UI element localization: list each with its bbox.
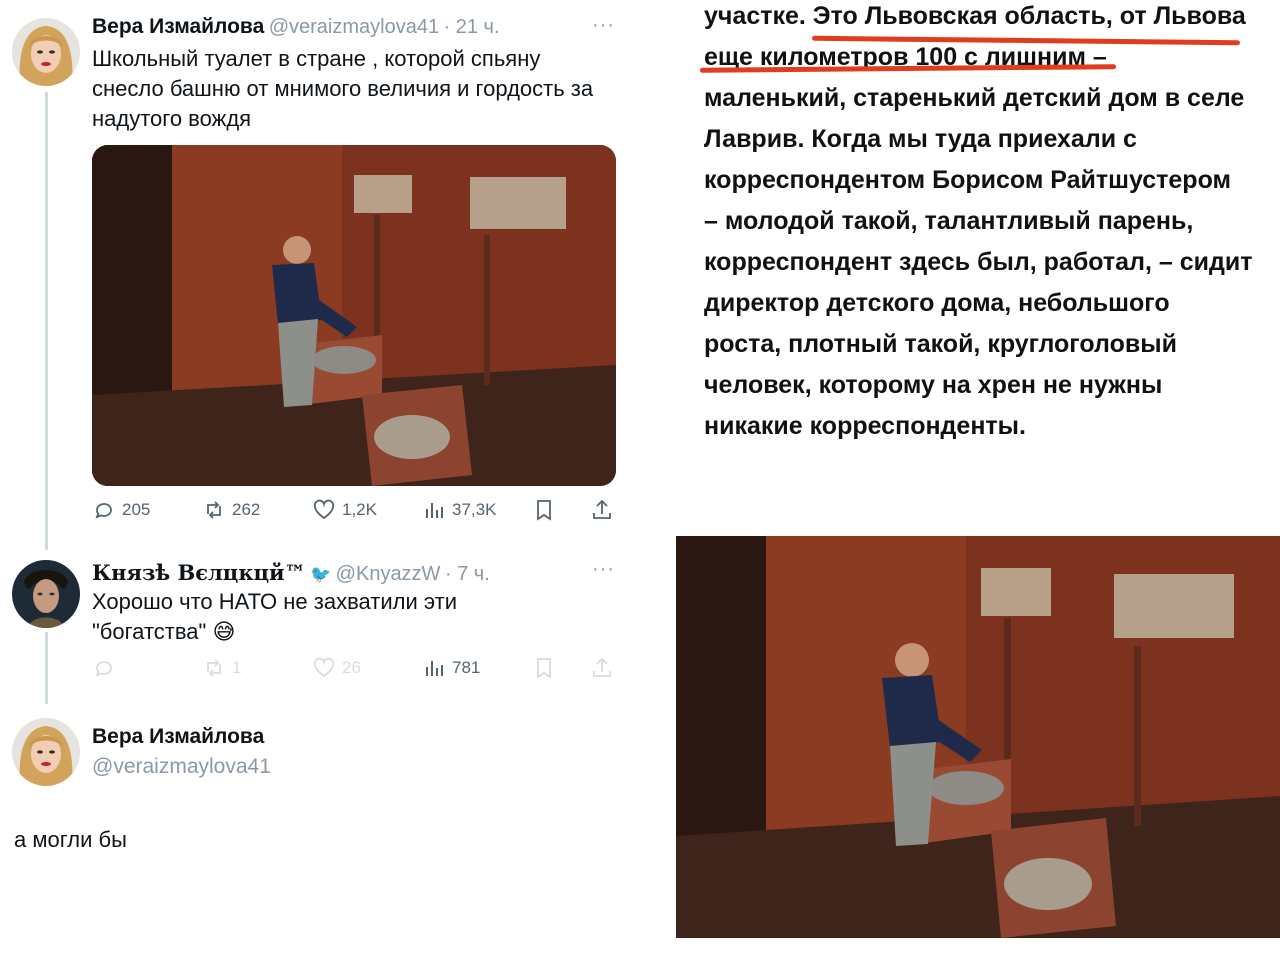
bookmark-icon (537, 658, 551, 679)
reply-button[interactable] (92, 656, 116, 680)
article-line: – молодой такой, талантливый парень, (704, 207, 1194, 235)
share-button[interactable] (590, 656, 614, 685)
retweet-button[interactable]: 1 (202, 656, 241, 680)
tweet-actions: 205 262 1,2K 37,3K (92, 498, 620, 528)
like-count: 1,2K (342, 500, 377, 519)
views-count: 781 (452, 658, 481, 677)
tweet-time[interactable]: · 7 ч. (445, 563, 490, 585)
reply-icon (95, 661, 112, 677)
article-line: Лаврив. Когда мы туда приехали с (704, 125, 1137, 153)
article-line: корреспондент здесь был, работал, – сиди… (704, 248, 1253, 276)
article-photo (676, 536, 1280, 938)
article-line: участке. Это Львовская область, от Львов… (704, 2, 1246, 30)
tweet-photo[interactable] (92, 145, 616, 486)
views-icon (426, 661, 443, 676)
retweet-icon (207, 659, 221, 677)
retweet-count: 1 (232, 658, 242, 677)
like-button[interactable]: 1,2K (312, 498, 377, 522)
tweet-text: Хорошо что НАТО не захватили эти "богатс… (92, 589, 458, 644)
author-name[interactable]: Вера Измайлова (92, 725, 264, 749)
views-count: 37,3K (452, 500, 497, 519)
more-options-icon[interactable]: ··· (592, 558, 615, 581)
avatar[interactable] (12, 18, 80, 86)
tweet-time[interactable]: · 21 ч. (444, 16, 500, 38)
share-button[interactable] (590, 498, 614, 522)
avatar[interactable] (12, 718, 80, 786)
article-line: директор детского дома, небольшого (704, 289, 1170, 317)
like-count: 26 (342, 658, 361, 677)
bird-icon: 🐦 (310, 565, 332, 584)
share-icon (593, 657, 611, 677)
article-line: корреспондентом Борисом Райтшустером (704, 166, 1232, 194)
share-icon (593, 499, 611, 519)
author-name[interactable]: Князѣ Вєлцкцй™ (92, 560, 306, 585)
avatar[interactable] (12, 560, 80, 628)
views-button[interactable]: 781 (422, 656, 480, 680)
reply-count: 205 (122, 500, 151, 519)
views-button[interactable]: 37,3K (422, 498, 496, 522)
retweet-count: 262 (232, 500, 261, 519)
article-line: никакие корреспонденты. (704, 412, 1026, 440)
article-line: маленький, старенький детский дом в селе (704, 84, 1245, 112)
reply-icon (95, 503, 112, 519)
thread-line (45, 632, 48, 704)
heart-icon (313, 657, 335, 678)
reply-button[interactable]: 205 (92, 498, 150, 522)
article-line: человек, которому на хрен не нужны (704, 371, 1163, 399)
author-handle[interactable]: @KnyazzW (336, 563, 441, 585)
like-button[interactable]: 26 (312, 656, 361, 680)
tweet-text: Школьный туалет в стране , которой спьян… (92, 46, 594, 131)
bookmark-icon (537, 500, 551, 521)
retweet-icon (207, 501, 221, 519)
author-handle[interactable]: @veraizmaylova41 (92, 755, 271, 779)
bookmark-button[interactable] (532, 498, 556, 522)
bookmark-button[interactable] (532, 656, 556, 685)
reply-text[interactable]: а могли бы (14, 825, 514, 855)
thread-line (45, 92, 48, 550)
retweet-button[interactable]: 262 (202, 498, 260, 522)
heart-icon (313, 499, 335, 520)
author-name[interactable]: Вера Измайлова (92, 15, 264, 38)
views-icon (426, 503, 443, 518)
more-options-icon[interactable]: ··· (592, 14, 615, 37)
article-line: роста, плотный такой, круглоголовый (704, 330, 1177, 358)
author-handle[interactable]: @veraizmaylova41 (269, 16, 439, 38)
